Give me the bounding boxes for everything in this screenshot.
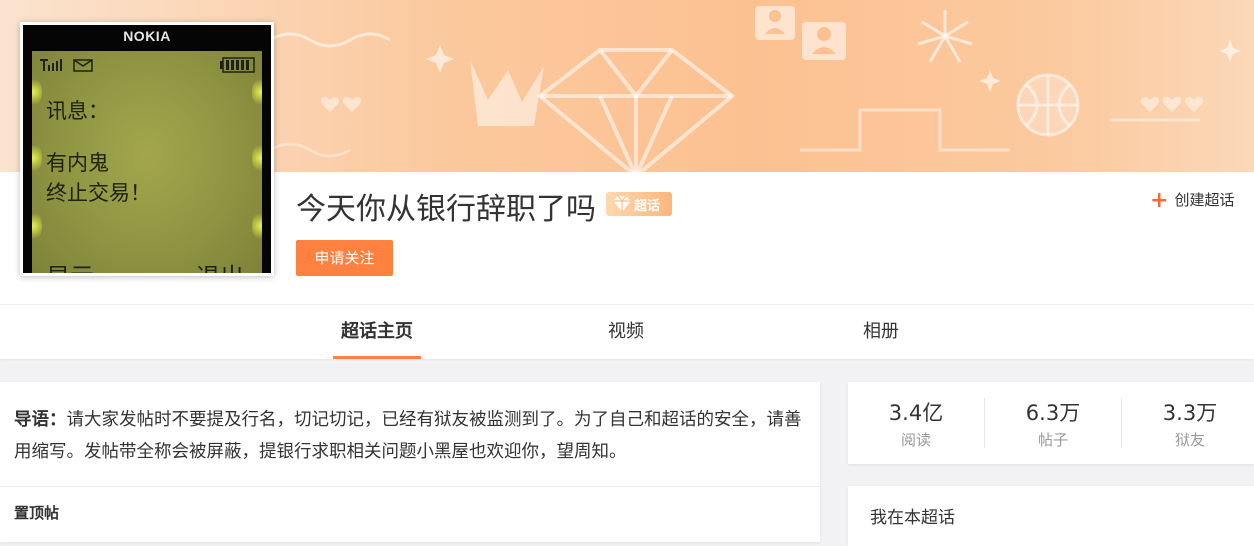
topic-tabbar: 超话主页 视频 相册 bbox=[0, 304, 1254, 359]
badge-label: 超话 bbox=[634, 199, 661, 214]
super-topic-badge: 超话 bbox=[606, 192, 672, 216]
intro-lead: 导语： bbox=[14, 410, 67, 430]
lcd-left-softkey: 显示 bbox=[46, 257, 94, 273]
topic-avatar[interactable]: NOKIA 讯息： 有内鬼 终止交易！ bbox=[20, 22, 274, 276]
phone-brand: NOKIA bbox=[123, 28, 171, 44]
stat-value: 3.3万 bbox=[1162, 401, 1218, 425]
create-topic-label: 创建超话 bbox=[1174, 191, 1235, 209]
stat-posts: 6.3万 帖子 bbox=[985, 397, 1121, 450]
diamond-badge-icon bbox=[613, 195, 631, 212]
lcd-line-3: 终止交易！ bbox=[46, 181, 151, 205]
stat-label: 阅读 bbox=[900, 431, 931, 449]
nokia-phone-image: NOKIA 讯息： 有内鬼 终止交易！ bbox=[23, 25, 271, 273]
stat-value: 3.4亿 bbox=[888, 401, 944, 425]
stat-reads: 3.4亿 阅读 bbox=[848, 397, 984, 450]
stat-label: 帖子 bbox=[1037, 431, 1068, 449]
intro-text: 导语：请大家发帖时不要提及行名，切记切记，已经有狱友被监测到了。为了自己和超话的… bbox=[14, 404, 804, 468]
crown-icon bbox=[470, 60, 544, 126]
tab-album[interactable]: 相册 bbox=[855, 305, 907, 359]
basketball-icon bbox=[1016, 73, 1080, 137]
tab-home[interactable]: 超话主页 bbox=[333, 305, 421, 359]
pinned-posts-heading: 置顶帖 bbox=[14, 504, 60, 522]
intro-body: 请大家发帖时不要提及行名，切记切记，已经有狱友被监测到了。为了自己和超话的安全，… bbox=[14, 410, 802, 462]
my-topic-card: 我在本超话 bbox=[848, 486, 1254, 546]
stats-card: 3.4亿 阅读 6.3万 帖子 3.3万 狱友 bbox=[848, 382, 1254, 464]
intro-card: 导语：请大家发帖时不要提及行名，切记切记，已经有狱友被监测到了。为了自己和超话的… bbox=[0, 382, 820, 542]
plus-icon: + bbox=[1150, 188, 1169, 213]
stat-value: 6.3万 bbox=[1025, 401, 1081, 425]
stat-label: 狱友 bbox=[1174, 431, 1205, 449]
lcd-line-1: 讯息： bbox=[46, 99, 109, 123]
firework-icon bbox=[917, 10, 973, 63]
lcd-right-softkey: 退出 bbox=[196, 257, 244, 273]
signal-icon bbox=[40, 59, 93, 72]
apply-follow-button[interactable]: 申请关注 bbox=[296, 240, 393, 276]
tab-video[interactable]: 视频 bbox=[600, 305, 652, 359]
phone-screen: 讯息： 有内鬼 终止交易！ 显示 退出 bbox=[32, 51, 262, 273]
stat-members: 3.3万 狱友 bbox=[1122, 397, 1254, 450]
create-topic-button[interactable]: + 创建超话 bbox=[1150, 188, 1234, 213]
intro-divider bbox=[0, 486, 820, 487]
lcd-line-2: 有内鬼 bbox=[46, 151, 109, 175]
envelope-icon bbox=[73, 59, 93, 72]
my-topic-title: 我在本超话 bbox=[870, 508, 955, 528]
diamond-icon bbox=[536, 48, 736, 172]
topic-title: 今天你从银行辞职了吗 bbox=[296, 192, 596, 227]
battery-icon bbox=[220, 57, 255, 73]
